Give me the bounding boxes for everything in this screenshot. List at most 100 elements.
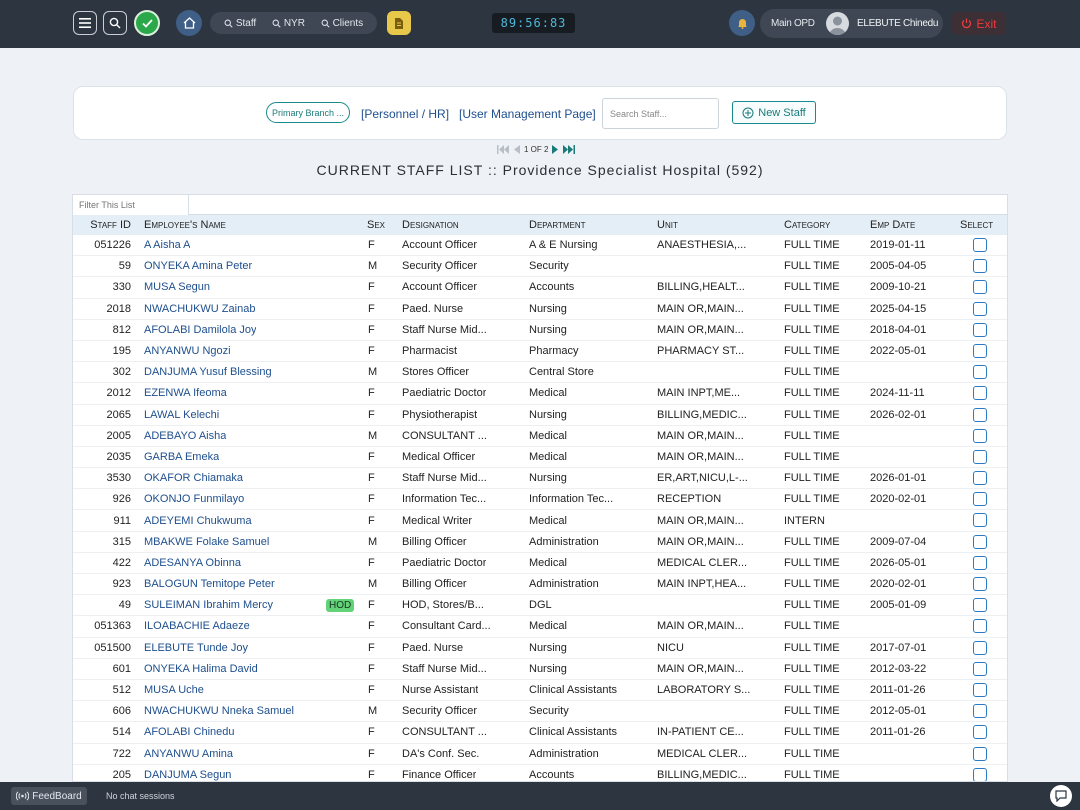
cell-employee-name[interactable]: MBAKWE Folake Samuel <box>144 536 269 548</box>
table-row[interactable]: 606 NWACHUKWU Nneka Samuel M Security Offic… <box>73 701 1007 723</box>
table-row[interactable]: 2005 ADEBAYO Aisha M CONSULTANT ... Medical M… <box>73 426 1007 447</box>
select-checkbox[interactable] <box>973 640 987 655</box>
cell-employee-name[interactable]: ONYEKA Amina Peter <box>144 260 252 272</box>
notes-button[interactable] <box>387 11 411 35</box>
table-row[interactable]: 49 SULEIMAN Ibrahim Mercy F HOD, Stores/B..… <box>73 595 1007 617</box>
table-row[interactable]: 923 BALOGUN Temitope Peter M Billing Office… <box>73 574 1007 596</box>
quick-link-staff[interactable]: Staff <box>224 18 256 29</box>
user-management-link[interactable]: [User Management Page] <box>459 107 596 121</box>
table-row[interactable]: 195 ANYANWU Ngozi F Pharmacist Pharmacy PHARM… <box>73 341 1007 363</box>
cell-employee-name[interactable]: ILOABACHIE Adaeze <box>144 620 250 632</box>
table-row[interactable]: 315 MBAKWE Folake Samuel M Billing Officer A… <box>73 532 1007 553</box>
select-checkbox[interactable] <box>973 238 987 252</box>
table-row[interactable]: 2012 EZENWA Ifeoma F Paediatric Doctor Medic… <box>73 383 1007 405</box>
select-checkbox[interactable] <box>973 767 987 781</box>
table-row[interactable]: 422 ADESANYA Obinna F Paediatric Doctor Medi… <box>73 553 1007 574</box>
first-page-icon[interactable] <box>497 144 510 154</box>
table-row[interactable]: 3530 OKAFOR Chiamaka F Staff Nurse Mid... Nu… <box>73 468 1007 490</box>
home-button[interactable] <box>176 10 202 36</box>
column-header-name[interactable]: Employee's Name <box>144 219 226 231</box>
table-row[interactable]: 812 AFOLABI Damilola Joy F Staff Nurse Mid.… <box>73 320 1007 341</box>
search-button[interactable] <box>103 11 127 35</box>
cell-employee-name[interactable]: ADEYEMI Chukwuma <box>144 515 252 527</box>
select-checkbox[interactable] <box>973 407 987 422</box>
quick-link-nyr[interactable]: NYR <box>272 18 305 29</box>
select-checkbox[interactable] <box>973 619 987 634</box>
status-check-button[interactable] <box>134 10 160 36</box>
table-row[interactable]: 911 ADEYEMI Chukwuma F Medical Writer Medica… <box>73 510 1007 532</box>
select-checkbox[interactable] <box>973 725 987 740</box>
menu-button[interactable] <box>73 11 97 35</box>
select-checkbox[interactable] <box>973 428 987 443</box>
cell-employee-name[interactable]: EZENWA Ifeoma <box>144 387 227 399</box>
column-header-unit[interactable]: Unit <box>657 219 678 231</box>
cell-employee-name[interactable]: ANYANWU Ngozi <box>144 345 231 357</box>
table-row[interactable]: 59 ONYEKA Amina Peter M Security Officer Sec… <box>73 256 1007 278</box>
select-checkbox[interactable] <box>973 534 987 549</box>
cell-employee-name[interactable]: DANJUMA Segun <box>144 769 231 781</box>
select-checkbox[interactable] <box>973 513 987 528</box>
cell-employee-name[interactable]: MUSA Segun <box>144 281 210 293</box>
exit-button[interactable]: Exit <box>952 12 1006 35</box>
table-row[interactable]: 2035 GARBA Emeka F Medical Officer Medical MA… <box>73 447 1007 469</box>
column-header-staff-id[interactable]: Staff ID <box>90 219 131 231</box>
column-header-emp-date[interactable]: Emp Date <box>870 219 915 231</box>
cell-employee-name[interactable]: A Aisha A <box>144 239 190 251</box>
table-row[interactable]: 051500 ELEBUTE Tunde Joy F Paed. Nurse Nursi… <box>73 638 1007 659</box>
cell-employee-name[interactable]: NWACHUKWU Zainab <box>144 303 255 315</box>
select-checkbox[interactable] <box>973 661 987 676</box>
last-page-icon[interactable] <box>562 144 576 154</box>
quick-link-clients[interactable]: Clients <box>321 18 363 29</box>
notifications-button[interactable] <box>729 10 755 36</box>
select-checkbox[interactable] <box>973 598 987 613</box>
table-row[interactable]: 514 AFOLABI Chinedu F CONSULTANT ... Clinica… <box>73 722 1007 744</box>
cell-employee-name[interactable]: AFOLABI Chinedu <box>144 726 235 738</box>
next-page-icon[interactable] <box>551 144 559 154</box>
cell-employee-name[interactable]: OKONJO Funmilayo <box>144 493 244 505</box>
table-row[interactable]: 051363 ILOABACHIE Adaeze F Consultant Card.… <box>73 616 1007 638</box>
cell-employee-name[interactable]: ONYEKA Halima David <box>144 663 258 675</box>
filter-list-input[interactable] <box>73 195 189 215</box>
chat-button[interactable] <box>1050 785 1072 807</box>
table-row[interactable]: 205 DANJUMA Segun F Finance Officer Accounts… <box>73 765 1007 781</box>
cell-employee-name[interactable]: ADESANYA Obinna <box>144 557 241 569</box>
cell-employee-name[interactable]: OKAFOR Chiamaka <box>144 472 243 484</box>
table-row[interactable]: 601 ONYEKA Halima David F Staff Nurse Mid..… <box>73 659 1007 680</box>
select-checkbox[interactable] <box>973 471 987 486</box>
cell-employee-name[interactable]: AFOLABI Damilola Joy <box>144 324 256 336</box>
column-header-designation[interactable]: Designation <box>402 219 459 231</box>
cell-employee-name[interactable]: MUSA Uche <box>144 684 204 696</box>
cell-employee-name[interactable]: GARBA Emeka <box>144 451 219 463</box>
search-staff-input[interactable]: Search Staff... <box>602 98 719 129</box>
cell-employee-name[interactable]: SULEIMAN Ibrahim Mercy <box>144 599 273 611</box>
select-checkbox[interactable] <box>973 343 987 358</box>
column-header-sex[interactable]: Sex <box>367 219 385 231</box>
select-checkbox[interactable] <box>973 555 987 570</box>
select-checkbox[interactable] <box>973 577 987 591</box>
table-row[interactable]: 302 DANJUMA Yusuf Blessing M Stores Officer… <box>73 362 1007 384</box>
select-checkbox[interactable] <box>973 449 987 464</box>
cell-employee-name[interactable]: LAWAL Kelechi <box>144 409 219 421</box>
table-row[interactable]: 512 MUSA Uche F Nurse Assistant Clinical Ass… <box>73 680 1007 702</box>
cell-employee-name[interactable]: ANYANWU Amina <box>144 748 233 760</box>
cell-employee-name[interactable]: NWACHUKWU Nneka Samuel <box>144 705 294 717</box>
table-row[interactable]: 2018 NWACHUKWU Zainab F Paed. Nurse Nursing M… <box>73 299 1007 320</box>
select-checkbox[interactable] <box>973 301 987 316</box>
column-header-department[interactable]: Department <box>529 219 586 231</box>
cell-employee-name[interactable]: ELEBUTE Tunde Joy <box>144 642 248 654</box>
select-checkbox[interactable] <box>973 259 987 274</box>
table-row[interactable]: 722 ANYANWU Amina F DA's Conf. Sec. Administ… <box>73 744 1007 765</box>
table-row[interactable]: 051226 A Aisha A F Account Officer A & E Nur… <box>73 235 1007 257</box>
cell-employee-name[interactable]: BALOGUN Temitope Peter <box>144 578 275 590</box>
new-staff-button[interactable]: New Staff <box>732 101 816 124</box>
feedboard-button[interactable]: FeedBoard <box>11 787 87 805</box>
cell-employee-name[interactable]: DANJUMA Yusuf Blessing <box>144 366 272 378</box>
prev-page-icon[interactable] <box>513 144 521 154</box>
table-row[interactable]: 2065 LAWAL Kelechi F Physiotherapist Nursing… <box>73 405 1007 426</box>
table-row[interactable]: 926 OKONJO Funmilayo F Information Tec... In… <box>73 489 1007 511</box>
select-checkbox[interactable] <box>973 704 987 719</box>
table-row[interactable]: 330 MUSA Segun F Account Officer Accounts BIL… <box>73 277 1007 299</box>
user-menu[interactable]: Main OPD ELEBUTE Chinedu <box>760 9 943 38</box>
cell-employee-name[interactable]: ADEBAYO Aisha <box>144 430 226 442</box>
personnel-hr-link[interactable]: [Personnel / HR] <box>361 107 449 121</box>
